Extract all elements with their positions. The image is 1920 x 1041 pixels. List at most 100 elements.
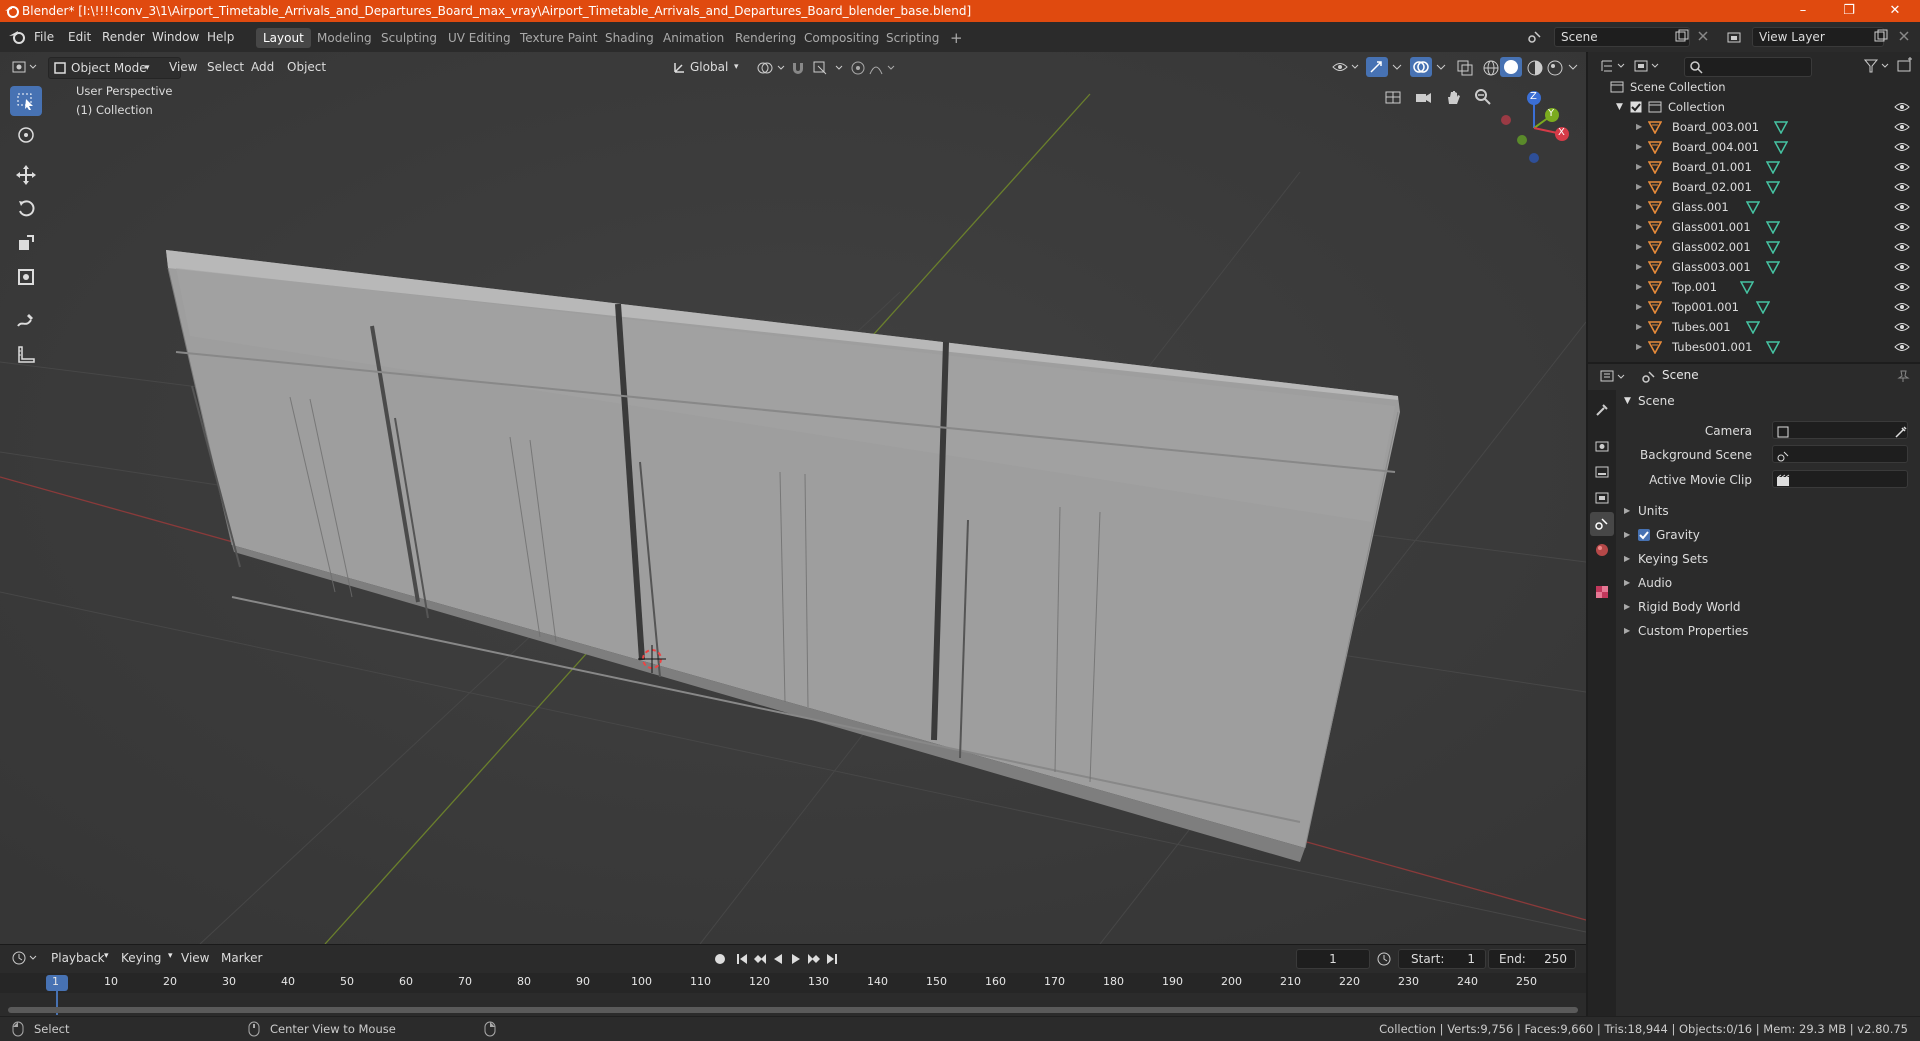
expand-arrow-icon[interactable]: ▶ <box>1636 317 1642 337</box>
pivot-point-icon[interactable] <box>756 60 786 76</box>
expand-arrow-icon[interactable]: ▶ <box>1636 237 1642 257</box>
play-icon[interactable] <box>788 951 804 967</box>
menu-keying[interactable]: Keying <box>116 948 166 968</box>
minimize-button[interactable]: – <box>1780 0 1826 22</box>
preview-range-clock-icon[interactable] <box>1376 951 1392 967</box>
tab-compositing[interactable]: Compositing <box>797 28 886 48</box>
camera-field[interactable] <box>1772 421 1908 439</box>
eye-icon[interactable] <box>1894 321 1910 333</box>
menu-view[interactable]: View <box>164 57 202 77</box>
menu-add[interactable]: Add <box>246 57 279 77</box>
frame-ruler[interactable]: 1 10 20 30 40 50 60 70 80 90 100 110 120… <box>0 973 1586 1015</box>
eye-icon[interactable] <box>1894 141 1910 153</box>
menu-object[interactable]: Object <box>282 57 331 77</box>
select-box-tool[interactable] <box>10 86 42 116</box>
render-tab-icon[interactable] <box>1594 438 1610 454</box>
scale-tool[interactable] <box>10 228 42 258</box>
eye-icon[interactable] <box>1894 161 1910 173</box>
eye-icon[interactable] <box>1894 301 1910 313</box>
play-reverse-icon[interactable] <box>770 951 786 967</box>
expand-arrow-icon[interactable]: ▶ <box>1636 137 1642 157</box>
transform-orientation-dropdown[interactable]: Global ▾ <box>670 57 751 77</box>
outliner-object[interactable]: ▶ Board_003.001 <box>1588 117 1920 137</box>
camera-view-icon[interactable] <box>1414 88 1432 106</box>
expand-arrow-icon[interactable]: ▶ <box>1636 277 1642 297</box>
new-view-layer-icon[interactable] <box>1874 29 1888 43</box>
gizmo-toggle-button[interactable] <box>1366 57 1388 77</box>
outliner-object[interactable]: ▶ Glass001.001 <box>1588 217 1920 237</box>
view-layer-icon[interactable] <box>1726 29 1742 45</box>
outliner-object[interactable]: ▶ Glass003.001 <box>1588 257 1920 277</box>
material-shading-icon[interactable] <box>1526 59 1544 77</box>
background-scene-field[interactable] <box>1772 445 1908 463</box>
tool-tab-icon[interactable] <box>1594 402 1610 418</box>
outliner-object[interactable]: ▶ Board_01.001 <box>1588 157 1920 177</box>
properties-editor-icon[interactable] <box>1600 369 1628 385</box>
expand-arrow-icon[interactable]: ▶ <box>1636 177 1642 197</box>
3d-viewport[interactable]: User Perspective (1) Collection Z Y X <box>0 52 1586 944</box>
units-panel-header[interactable]: ▶ Units <box>1616 500 1920 522</box>
outliner-editor-icon[interactable] <box>1600 58 1628 74</box>
outliner-object[interactable]: ▶ Glass002.001 <box>1588 237 1920 257</box>
start-frame-field[interactable]: Start: 1 <box>1398 949 1486 969</box>
annotate-tool[interactable] <box>10 306 42 336</box>
snap-target-icon[interactable] <box>812 60 844 76</box>
texture-tab-icon[interactable] <box>1594 584 1610 600</box>
view-layer-field[interactable]: View Layer <box>1752 27 1884 47</box>
xray-toggle-icon[interactable] <box>1456 59 1474 77</box>
display-mode-icon[interactable] <box>1634 58 1662 74</box>
outliner-object[interactable]: ▶ Glass.001 <box>1588 197 1920 217</box>
blender-menu-icon[interactable] <box>8 29 26 45</box>
tab-layout[interactable]: Layout <box>256 28 311 48</box>
chevron-down-icon[interactable] <box>1390 60 1404 74</box>
menu-playback[interactable]: Playback <box>46 948 110 968</box>
next-keyframe-icon[interactable] <box>806 951 822 967</box>
expand-arrow-icon[interactable]: ▶ <box>1636 117 1642 137</box>
expand-arrow-icon[interactable]: ▶ <box>1636 197 1642 217</box>
eyedropper-icon[interactable] <box>1894 425 1908 439</box>
pin-icon[interactable] <box>1896 369 1910 383</box>
outliner-collection[interactable]: ▼ Collection <box>1588 97 1920 117</box>
chevron-down-icon[interactable] <box>1434 60 1448 74</box>
proportional-edit-icon[interactable] <box>850 60 866 76</box>
eye-icon[interactable] <box>1894 261 1910 273</box>
record-icon[interactable] <box>712 951 728 967</box>
jump-end-icon[interactable] <box>824 951 840 967</box>
falloff-icon[interactable] <box>868 60 898 76</box>
snap-magnet-icon[interactable] <box>790 60 806 76</box>
overlays-toggle-button[interactable] <box>1410 57 1432 77</box>
tab-scripting[interactable]: Scripting <box>879 28 946 48</box>
pan-hand-icon[interactable] <box>1444 88 1462 106</box>
eye-icon[interactable] <box>1894 281 1910 293</box>
menu-file[interactable]: File <box>34 22 54 52</box>
menu-select[interactable]: Select <box>202 57 249 77</box>
scene-icon[interactable] <box>1526 29 1542 45</box>
menu-window[interactable]: Window <box>152 22 199 52</box>
tab-uv-editing[interactable]: UV Editing <box>441 28 518 48</box>
scene-field[interactable]: Scene <box>1554 27 1690 47</box>
editor-type-icon[interactable] <box>12 59 38 75</box>
audio-panel-header[interactable]: ▶ Audio <box>1616 572 1920 594</box>
current-frame-field[interactable]: 1 <box>1296 949 1370 969</box>
end-frame-field[interactable]: End: 250 <box>1488 949 1576 969</box>
eye-icon[interactable] <box>1894 341 1910 353</box>
custom-properties-panel-header[interactable]: ▶ Custom Properties <box>1616 620 1920 642</box>
eye-icon[interactable] <box>1894 181 1910 193</box>
gravity-panel-header[interactable]: ▶ Gravity <box>1616 524 1920 546</box>
expand-triangle-icon[interactable]: ▼ <box>1616 97 1623 117</box>
tab-rendering[interactable]: Rendering <box>728 28 803 48</box>
remove-view-layer-icon[interactable] <box>1898 30 1910 42</box>
chevron-down-icon[interactable] <box>1566 60 1580 74</box>
expand-arrow-icon[interactable]: ▶ <box>1636 157 1642 177</box>
eye-icon[interactable] <box>1894 201 1910 213</box>
close-button[interactable]: ✕ <box>1872 0 1918 22</box>
menu-edit[interactable]: Edit <box>68 22 91 52</box>
tab-sculpting[interactable]: Sculpting <box>374 28 444 48</box>
scene-tab[interactable] <box>1590 512 1614 536</box>
gravity-checkbox[interactable] <box>1638 529 1650 541</box>
checkbox-checked-icon[interactable] <box>1630 101 1642 113</box>
expand-arrow-icon[interactable]: ▶ <box>1636 297 1642 317</box>
outliner-object[interactable]: ▶ Tubes001.001 <box>1588 337 1920 357</box>
keying-sets-panel-header[interactable]: ▶ Keying Sets <box>1616 548 1920 570</box>
remove-scene-icon[interactable] <box>1697 30 1709 42</box>
